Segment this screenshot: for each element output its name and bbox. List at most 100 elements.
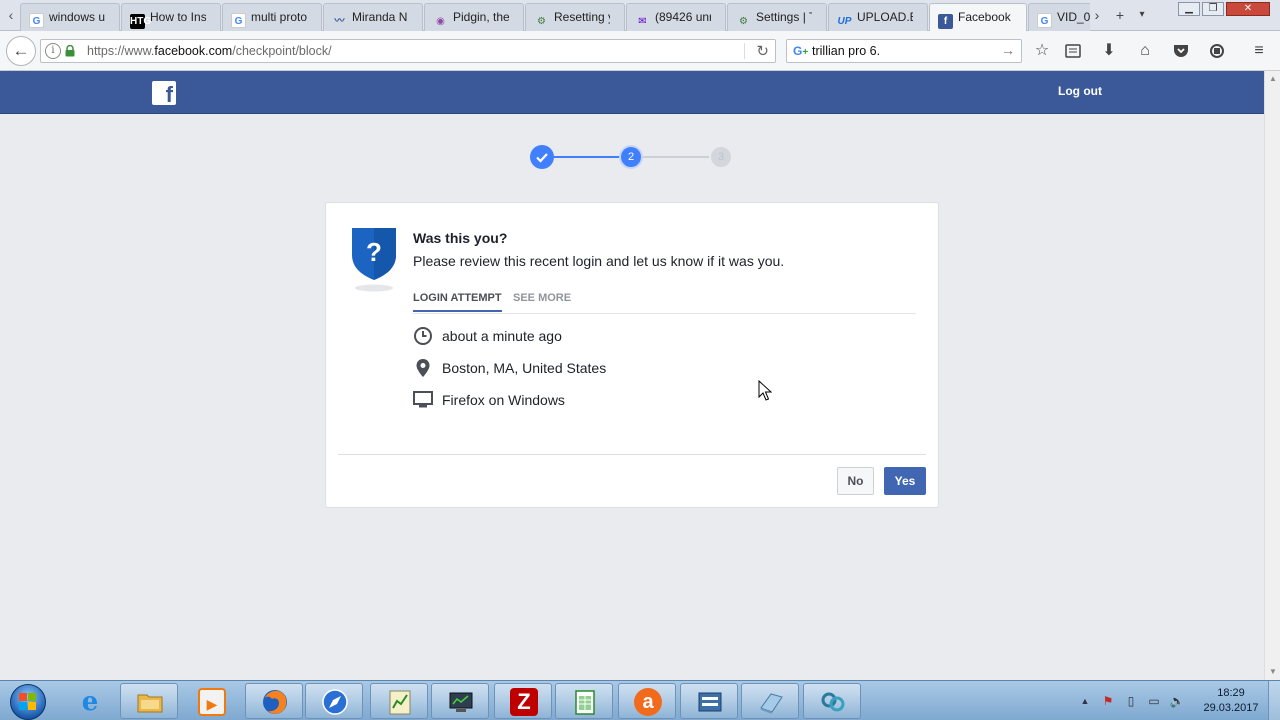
google-icon: G [29, 13, 44, 28]
list-all-tabs-icon[interactable]: ▾ [1134, 4, 1150, 26]
browser-tab[interactable]: ⚙ Resetting y [525, 3, 625, 31]
browser-tab[interactable]: ✉ (89426 unre [626, 3, 726, 31]
close-window-icon[interactable]: ✕ [1226, 2, 1270, 16]
search-bar[interactable]: G+ trillian pro 6. → [786, 39, 1022, 63]
spreadsheet-icon [575, 690, 595, 715]
chart-notepad-icon [389, 690, 411, 715]
google-icon: G [1037, 13, 1052, 28]
no-button[interactable]: No [837, 467, 874, 495]
step-2-current: 2 [619, 145, 643, 169]
pocket-icon[interactable] [1171, 41, 1191, 61]
minimize-window-icon[interactable]: ▁ [1178, 2, 1200, 16]
downloads-icon[interactable]: ⬇ [1099, 41, 1119, 61]
tab-login-attempt[interactable]: LOGIN ATTEMPT [413, 292, 502, 312]
detail-location-text: Boston, MA, United States [442, 360, 607, 376]
taskbar-zip-archiver[interactable] [680, 683, 738, 719]
browser-tab-title: How to Install [150, 10, 206, 24]
system-tray: ▲ ⚑ ▯ ▭ 🔈 18:29 29.03.2017 [1075, 681, 1280, 720]
browser-tab[interactable]: Gmulti protocol [222, 3, 322, 31]
taskbar-chart-notepad[interactable] [370, 683, 428, 719]
facebook-icon: f [938, 14, 953, 29]
taskbar-internet-explorer[interactable]: e [60, 683, 118, 719]
taskbar-compass-app[interactable] [305, 683, 363, 719]
taskbar-filezilla[interactable]: Z [494, 683, 552, 719]
url-text[interactable]: https://www.facebook.com/checkpoint/bloc… [87, 44, 332, 58]
browser-tab[interactable]: ◉ Pidgin, the [424, 3, 524, 31]
browser-tab-title: VID_04 [1057, 10, 1090, 24]
bookmark-star-icon[interactable]: ☆ [1032, 41, 1052, 61]
svg-text:?: ? [366, 237, 382, 267]
avast-icon: a [634, 688, 662, 716]
browser-tab[interactable]: ⚙ Settings | T [727, 3, 827, 31]
location-pin-icon [416, 359, 430, 377]
media-player-icon: ▶ [198, 688, 226, 716]
tab-scroll-right-icon[interactable]: › [1090, 4, 1104, 26]
page-scrollbar[interactable]: ▲ ▼ [1264, 71, 1280, 680]
facebook-logo-icon[interactable]: f [152, 81, 176, 105]
new-tab-icon[interactable]: + [1112, 4, 1128, 26]
browser-tab[interactable]: UP UPLOAD.EE [828, 3, 928, 31]
action-center-flag-icon[interactable]: ⚑ [1100, 693, 1116, 709]
taskbar-network-app[interactable] [803, 683, 861, 719]
browser-tab[interactable]: Gwindows updates [20, 3, 120, 31]
search-input[interactable]: trillian pro 6. [812, 44, 880, 58]
taskbar-file-explorer[interactable] [120, 683, 178, 719]
browser-tab[interactable]: HTGHow to Install [121, 3, 221, 31]
restore-window-icon[interactable]: ❐ [1202, 2, 1224, 16]
show-hidden-icons-icon[interactable]: ▲ [1077, 693, 1093, 709]
secure-lock-icon [65, 45, 75, 57]
taskbar-monitor-app[interactable] [431, 683, 489, 719]
logout-link[interactable]: Log out [1058, 84, 1102, 98]
site-info-icon[interactable]: i [45, 43, 61, 59]
browser-tab-title: Facebook [958, 10, 1011, 24]
browser-tab[interactable]: fFacebook✕ [929, 3, 1027, 31]
usb-device-icon[interactable]: ▯ [1123, 693, 1139, 709]
tab-see-more[interactable]: SEE MORE [513, 292, 571, 310]
zip-archiver-icon [698, 692, 722, 712]
reload-icon[interactable]: ↻ [756, 42, 769, 60]
sync-icon[interactable] [1207, 41, 1227, 61]
hamburger-menu-icon[interactable]: ≡ [1249, 41, 1269, 61]
network-icon [821, 692, 845, 712]
taskbar-media-player[interactable]: ▶ [182, 683, 240, 719]
search-go-icon[interactable]: → [1001, 42, 1015, 58]
step-3-pending: 3 [709, 145, 733, 169]
pidgin-icon: ◉ [436, 16, 445, 27]
checkmark-icon [536, 153, 548, 163]
clock-date: 29.03.2017 [1203, 702, 1259, 714]
browser-tab-title: (89426 unre [655, 10, 711, 24]
step-1-completed [530, 145, 554, 169]
tab-scroll-left-icon[interactable]: ‹ [2, 4, 20, 26]
safari-compass-icon [322, 689, 348, 715]
search-engine-icon[interactable]: G+ [793, 44, 808, 58]
clock-icon [414, 327, 432, 345]
browser-tab[interactable]: G VID_04 [1028, 3, 1090, 31]
progress-line-completed [550, 156, 622, 158]
windows-taskbar: e ▶ Z a ▲ ⚑ ▯ ▭ 🔈 18:29 29.03.2017 [0, 680, 1280, 720]
taskbar-spreadsheet[interactable] [555, 683, 613, 719]
start-button[interactable] [2, 682, 54, 720]
yes-button[interactable]: Yes [884, 467, 926, 495]
browser-tab-title: Resetting y [554, 10, 610, 24]
reading-list-icon[interactable] [1063, 41, 1083, 61]
browser-tab-strip: ‹ Gwindows updatesHTGHow to InstallGmult… [0, 0, 1280, 31]
clock-time: 18:29 [1217, 687, 1245, 699]
taskbar-avast[interactable]: a [618, 683, 676, 719]
browser-tab[interactable]: 〰 Miranda NG [323, 3, 423, 31]
address-bar[interactable]: i https://www.facebook.com/checkpoint/bl… [40, 39, 776, 63]
taskbar-eraser[interactable] [741, 683, 799, 719]
login-review-card: ? Was this you? Please review this recen… [325, 202, 939, 508]
scroll-down-icon[interactable]: ▼ [1265, 664, 1280, 680]
home-icon[interactable]: ⌂ [1135, 41, 1155, 61]
mouse-cursor-icon [758, 380, 772, 401]
settings-leaf-icon: ⚙ [537, 16, 546, 27]
browser-tab-title: Pidgin, the [453, 10, 509, 24]
back-button[interactable]: ← [6, 36, 36, 66]
taskbar-firefox[interactable] [245, 683, 303, 719]
network-tray-icon[interactable]: ▭ [1146, 693, 1162, 709]
show-desktop-button[interactable] [1268, 681, 1280, 720]
volume-icon[interactable]: 🔈 [1169, 693, 1185, 709]
navigation-toolbar: ← i https://www.facebook.com/checkpoint/… [0, 31, 1280, 71]
system-clock[interactable]: 18:29 29.03.2017 [1200, 686, 1262, 716]
scroll-up-icon[interactable]: ▲ [1265, 71, 1280, 87]
